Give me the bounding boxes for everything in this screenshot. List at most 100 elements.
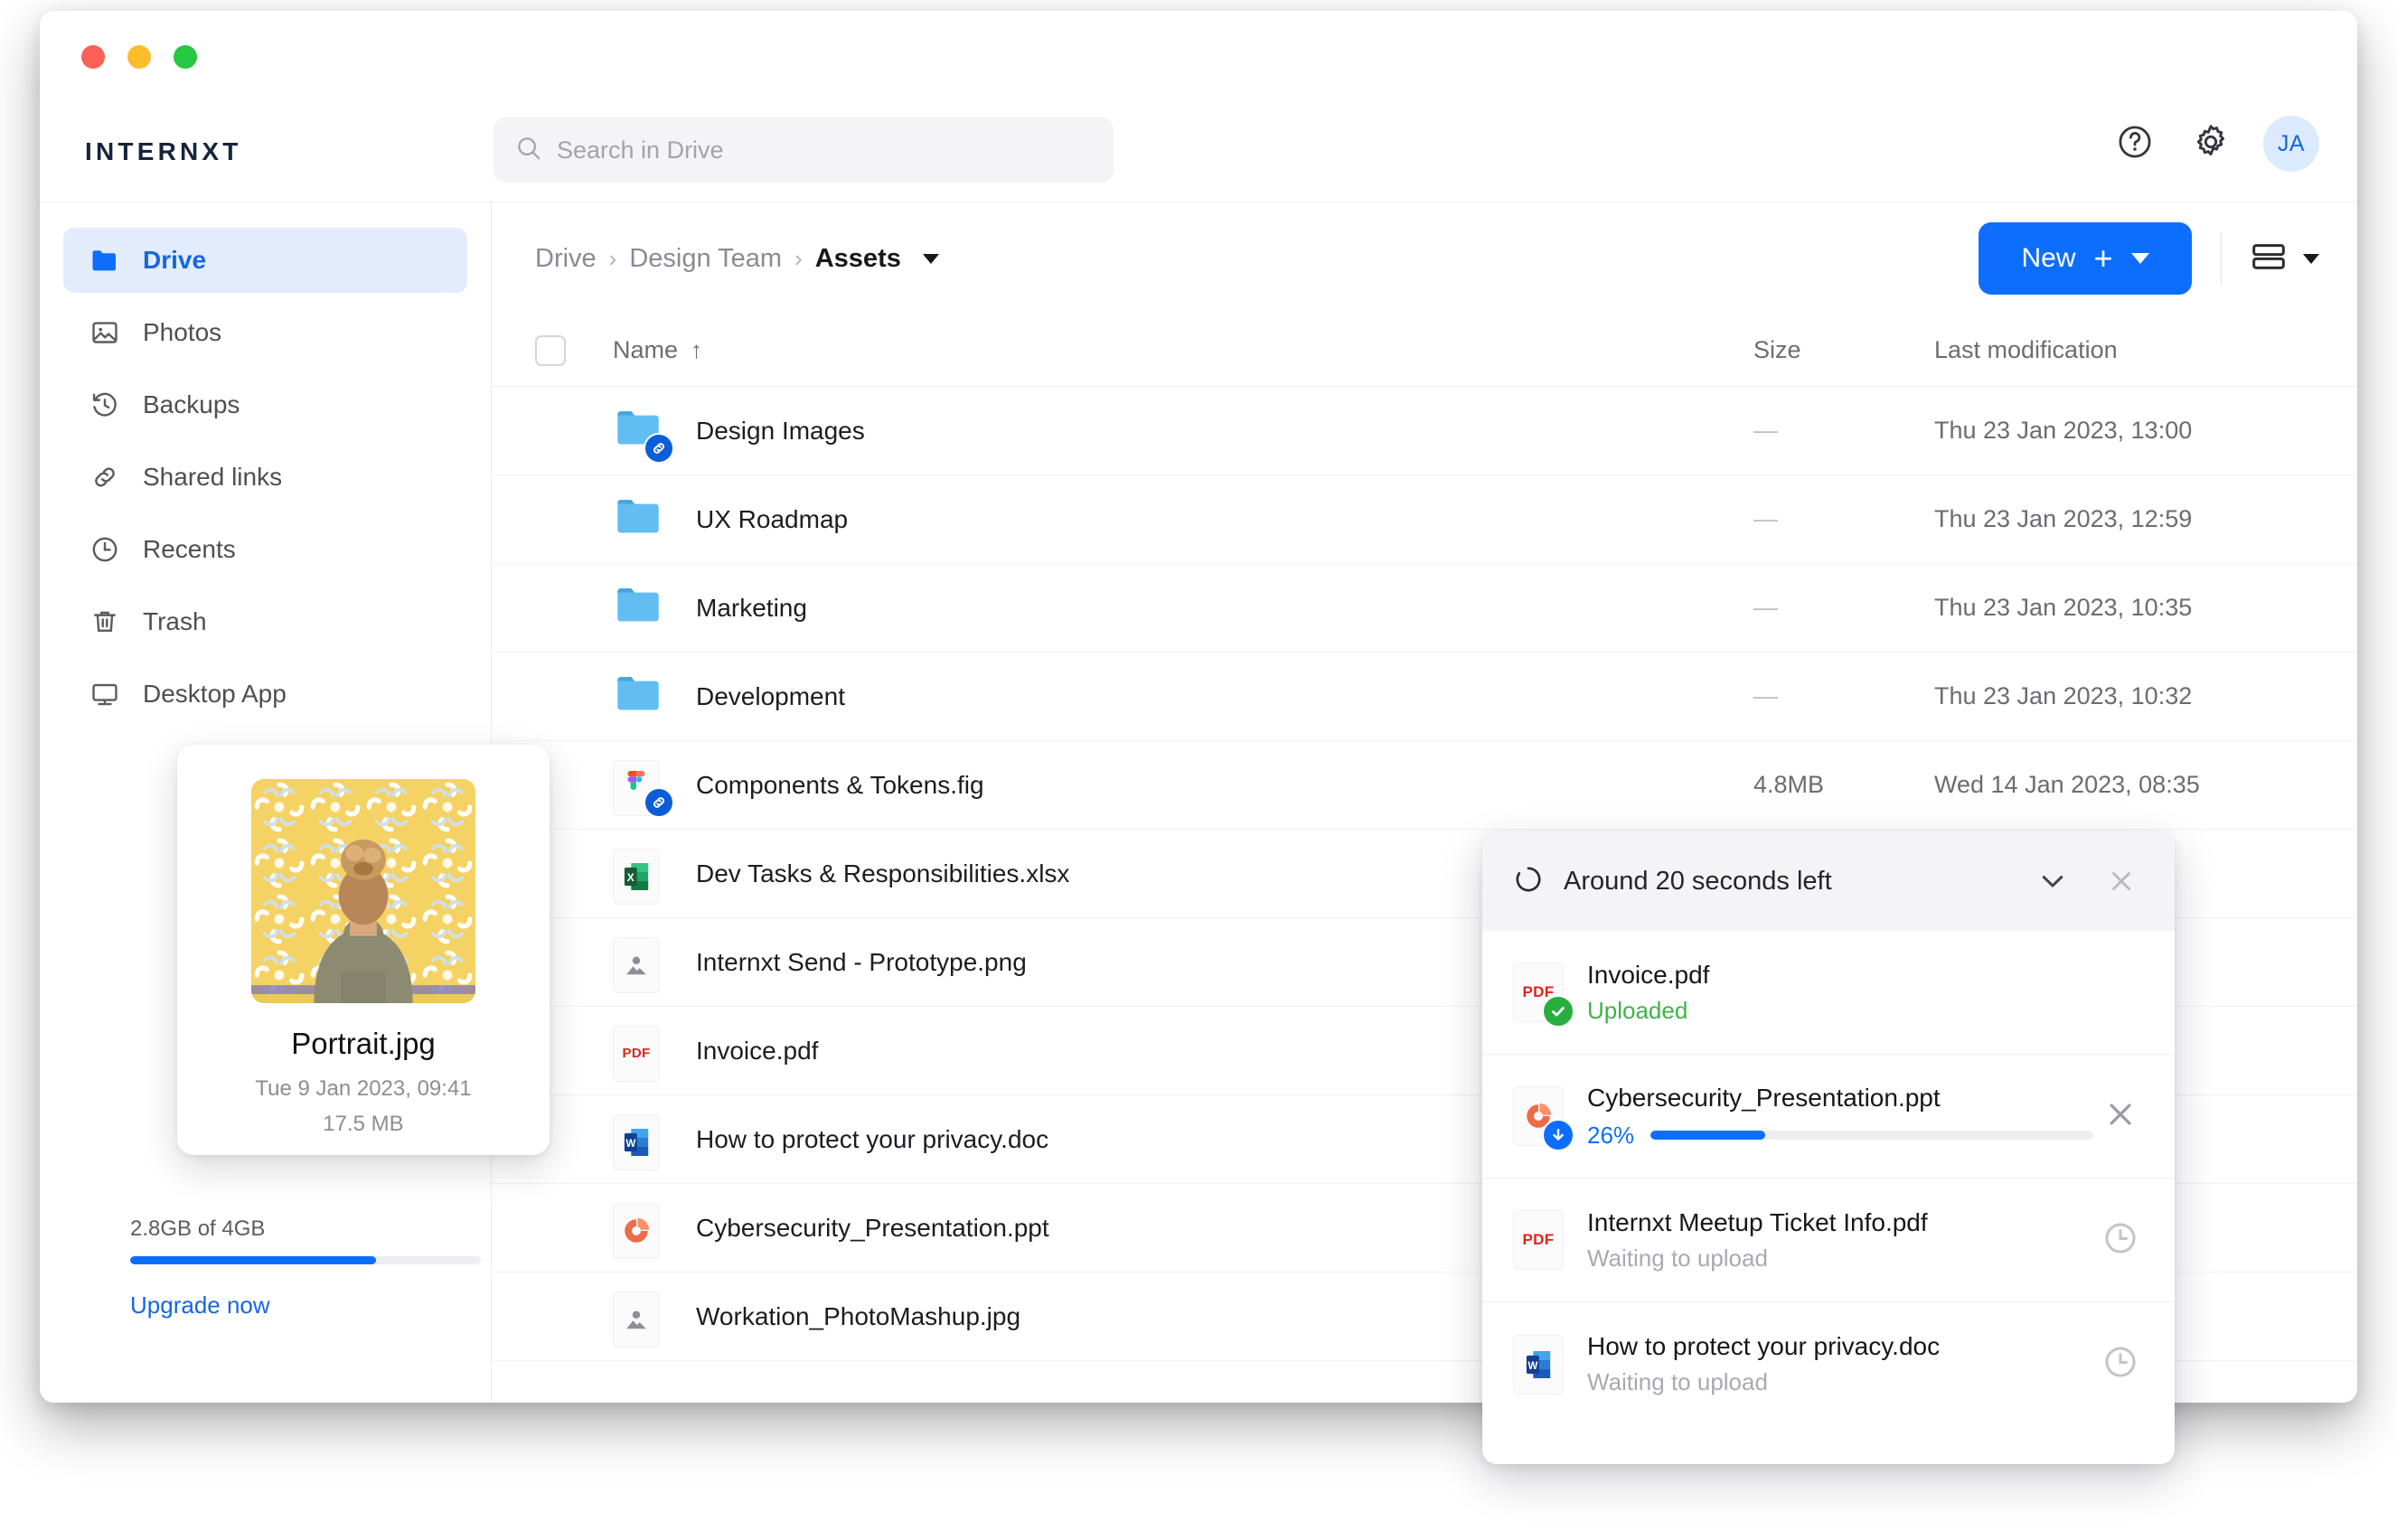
storage-usage: 2.8GB of 4GB Upgrade now (40, 1216, 491, 1319)
file-name: Components & Tokens.fig (696, 770, 984, 799)
portrait-photo-icon (251, 779, 475, 1003)
file-type-icon (613, 671, 663, 722)
pdf-file-icon: PDF (1513, 1210, 1564, 1270)
table-row[interactable]: UX Roadmap — Thu 23 Jan 2023, 12:59 (492, 475, 2357, 564)
upload-file-info: Internxt Meetup Ticket Info.pdf Waiting t… (1587, 1208, 2093, 1272)
sidebar-item-trash[interactable]: Trash (63, 589, 467, 654)
close-window-button[interactable] (81, 45, 105, 69)
preview-size: 17.5 MB (323, 1111, 404, 1136)
upload-progress: 26% (1587, 1122, 2093, 1150)
column-header-size[interactable]: Size (1753, 336, 1934, 364)
gear-icon (2191, 122, 2231, 166)
search-input[interactable]: Search in Drive (494, 117, 1114, 183)
file-size-cell: — (1753, 417, 1934, 445)
clock-icon (2105, 1347, 2136, 1377)
close-icon (2112, 872, 2130, 890)
chevron-down-icon (2042, 876, 2063, 887)
excel-file-icon: X (613, 848, 660, 905)
help-button[interactable] (2111, 120, 2158, 167)
file-type-icon (613, 1291, 663, 1348)
maximize-window-button[interactable] (174, 45, 197, 69)
upgrade-now-link[interactable]: Upgrade now (130, 1291, 400, 1319)
column-header-name[interactable]: Name ↑ (613, 336, 1753, 364)
file-name-cell: Design Images (613, 406, 1753, 464)
select-all-checkbox[interactable] (535, 334, 566, 366)
chevron-down-icon[interactable] (922, 253, 939, 264)
sidebar-item-desktop-app[interactable]: Desktop App (63, 662, 467, 727)
new-button[interactable]: New + (1979, 222, 2192, 295)
file-name: Invoice.pdf (696, 1036, 819, 1065)
view-mode-toggle[interactable] (2251, 241, 2319, 277)
svg-text:W: W (1528, 1360, 1537, 1372)
upload-waiting-indicator (2101, 1343, 2139, 1385)
file-modified: Thu 23 Jan 2023, 13:00 (1934, 417, 2193, 444)
file-size-cell: — (1753, 505, 1934, 533)
history-icon (89, 389, 121, 421)
file-modified: Thu 23 Jan 2023, 12:59 (1934, 505, 2193, 532)
clock-icon (89, 533, 121, 566)
table-row[interactable]: Components & Tokens.fig 4.8MB Wed 14 Jan 2… (492, 741, 2357, 830)
minimize-window-button[interactable] (127, 45, 151, 69)
screenshot-root: INTERNXT Search in Drive JA Drive Photos… (0, 0, 2397, 1540)
file-name: Design Images (696, 416, 865, 445)
table-row[interactable]: Design Images — Thu 23 Jan 2023, 13:00 (492, 387, 2357, 475)
collapse-toast-button[interactable] (2028, 857, 2077, 906)
shared-link-badge-icon (644, 786, 674, 818)
file-type-icon: PDF (613, 1025, 663, 1082)
file-modified-cell: Thu 23 Jan 2023, 10:32 (1934, 682, 2314, 710)
upload-item: Cybersecurity_Presentation.ppt 26% (1482, 1055, 2175, 1178)
file-name-cell: Development (613, 671, 1753, 722)
file-name: How to protect your privacy.doc (696, 1124, 1049, 1153)
file-preview-card[interactable]: Portrait.jpg Tue 9 Jan 2023, 09:41 17.5 … (177, 745, 550, 1155)
file-size: — (1753, 594, 1778, 621)
toolbar-actions: New + (1979, 222, 2319, 295)
sidebar-item-label: Shared links (143, 463, 283, 491)
column-header-name-label: Name (613, 336, 679, 363)
shared-link-badge-icon (644, 432, 674, 464)
file-size-cell: 4.8MB (1753, 771, 1934, 799)
preview-filename: Portrait.jpg (291, 1027, 436, 1060)
upload-file-name: How to protect your privacy.doc (1587, 1332, 1941, 1360)
file-name-cell: Marketing (613, 583, 1753, 634)
sidebar-item-label: Trash (143, 607, 207, 635)
file-modified: Thu 23 Jan 2023, 10:32 (1934, 682, 2193, 709)
settings-button[interactable] (2187, 120, 2234, 167)
upload-success-badge-icon (1542, 995, 1574, 1028)
monitor-icon (89, 678, 121, 710)
sidebar-item-shared-links[interactable]: Shared links (63, 445, 467, 510)
close-icon (2110, 1103, 2131, 1125)
file-modified: Thu 23 Jan 2023, 10:35 (1934, 594, 2193, 621)
table-row[interactable]: Development — Thu 23 Jan 2023, 10:32 (492, 653, 2357, 741)
column-header-modified[interactable]: Last modification (1934, 336, 2314, 364)
breadcrumb-item-drive[interactable]: Drive (535, 244, 597, 274)
folder-icon (617, 676, 659, 709)
sidebar-item-drive[interactable]: Drive (63, 228, 467, 293)
pdf-file-icon: PDF (613, 1025, 660, 1082)
folder-icon (617, 499, 659, 532)
upload-waiting-indicator (2101, 1219, 2139, 1262)
upload-action (2093, 1219, 2148, 1262)
svg-text:X: X (627, 870, 634, 883)
link-icon (89, 461, 121, 493)
window-titlebar (40, 11, 2357, 98)
table-row[interactable]: Marketing — Thu 23 Jan 2023, 10:35 (492, 564, 2357, 653)
breadcrumb-item-design-team[interactable]: Design Team (629, 244, 782, 274)
file-modified-cell: Thu 23 Jan 2023, 13:00 (1934, 417, 2314, 445)
file-modified-cell: Thu 23 Jan 2023, 10:35 (1934, 594, 2314, 622)
file-name-cell: Components & Tokens.fig (613, 759, 1753, 818)
file-size-cell: — (1753, 594, 1934, 622)
avatar-initials: JA (2277, 130, 2306, 156)
sidebar-item-photos[interactable]: Photos (63, 300, 467, 365)
storage-usage-text: 2.8GB of 4GB (130, 1216, 266, 1241)
cancel-upload-button[interactable] (2102, 1096, 2138, 1137)
sidebar-item-backups[interactable]: Backups (63, 372, 467, 437)
folder-icon (89, 244, 121, 277)
upload-status-text: Waiting to upload (1587, 1244, 1768, 1272)
word-file-icon: W (1513, 1334, 1564, 1394)
file-name: Dev Tasks & Responsibilities.xlsx (696, 859, 1070, 887)
close-toast-button[interactable] (2097, 857, 2146, 906)
avatar[interactable]: JA (2263, 116, 2319, 172)
sidebar-item-recents[interactable]: Recents (63, 517, 467, 582)
upload-file-info: Cybersecurity_Presentation.ppt 26% (1587, 1084, 2093, 1150)
upload-file-type-icon (1513, 1086, 1574, 1151)
